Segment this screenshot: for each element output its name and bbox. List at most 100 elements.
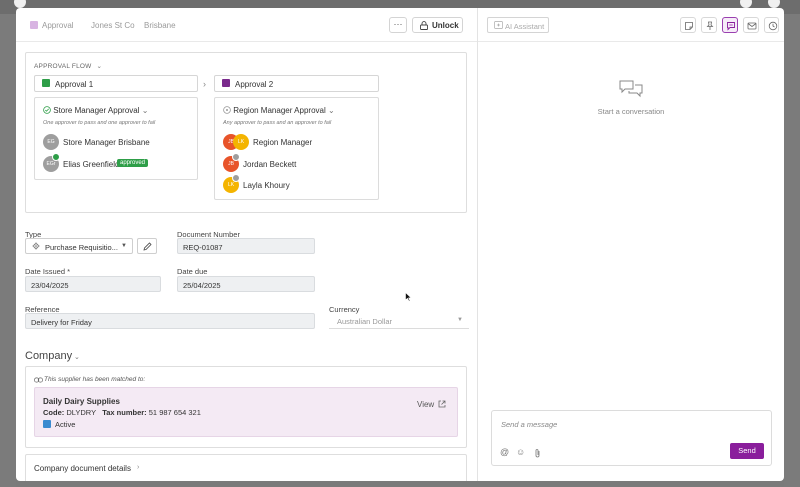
conversation-icon xyxy=(619,80,643,98)
breadcrumb-location[interactable]: Brisbane xyxy=(144,21,176,30)
approval-rule: One approver to pass and one approver to… xyxy=(43,120,156,126)
emoji-icon[interactable]: ☺ xyxy=(516,447,525,457)
chat-button[interactable] xyxy=(722,17,738,33)
supplier-status: Active xyxy=(55,420,76,429)
stage-color-swatch xyxy=(222,79,230,87)
currency-select-value: Australian Dollar xyxy=(337,317,393,326)
edit-type-button[interactable] xyxy=(137,238,157,254)
modal-header: Approval Jones St Co Brisbane ··· Unlock xyxy=(16,8,477,42)
envelope-icon xyxy=(747,22,757,30)
backdrop-left xyxy=(0,14,16,487)
check-circle-icon xyxy=(43,106,51,114)
email-button[interactable] xyxy=(743,17,759,33)
document-pane: Approval Jones St Co Brisbane ··· Unlock… xyxy=(16,8,477,481)
pending-status-dot xyxy=(232,174,240,182)
pending-circle-icon xyxy=(223,106,231,114)
type-select[interactable]: Purchase Requisitio... ▼ xyxy=(25,238,133,254)
view-label: View xyxy=(417,400,435,409)
stage-label: Approval 1 xyxy=(55,80,94,89)
more-options-button[interactable]: ··· xyxy=(389,17,407,33)
ai-sparkle-icon xyxy=(494,21,503,29)
date-due-label: Date due xyxy=(177,267,208,276)
mouse-cursor-icon xyxy=(405,292,412,302)
send-button[interactable]: Send xyxy=(730,443,764,459)
company-document-details[interactable]: Company document details › xyxy=(25,454,467,481)
card-title-text: Region Manager Approval xyxy=(233,106,326,115)
stage-label: Approval 2 xyxy=(235,80,274,89)
status-badge: approved xyxy=(117,159,149,167)
chevron-down-icon[interactable]: ⌄ xyxy=(74,353,80,361)
company-section-title[interactable]: Company xyxy=(25,350,72,362)
ai-assistant-button[interactable]: AI Assistant xyxy=(487,17,549,33)
chevron-right-icon: › xyxy=(137,464,140,471)
approver-name: Store Manager Brisbane xyxy=(63,138,150,147)
approver-name: Region Manager xyxy=(253,138,313,147)
approver-name: Layla Khoury xyxy=(243,181,290,190)
breadcrumb-approval[interactable]: Approval xyxy=(42,21,74,30)
currency-select[interactable]: Australian Dollar ▼ xyxy=(329,313,469,329)
caret-down-icon: ▼ xyxy=(121,243,127,249)
document-number-field[interactable]: REQ-01087 xyxy=(177,238,315,254)
breadcrumb-company[interactable]: Jones St Co xyxy=(91,21,135,30)
avatar: EG xyxy=(43,134,59,150)
approval-flow-title[interactable]: APPROVAL FLOW ⌄ xyxy=(34,62,102,70)
paperclip-icon[interactable] xyxy=(534,448,541,458)
date-issued-field[interactable]: 23/04/2025 xyxy=(25,276,161,292)
card-title[interactable]: Store Manager Approval ⌄ xyxy=(43,106,148,115)
stage-color-swatch xyxy=(42,79,50,87)
code-value: DLYDRY xyxy=(66,408,96,417)
approval-color-swatch xyxy=(30,21,38,29)
empty-chat-text: Start a conversation xyxy=(597,107,665,116)
pencil-icon xyxy=(143,242,152,251)
link-icon xyxy=(34,377,43,383)
card-title-text: Store Manager Approval xyxy=(53,106,140,115)
reference-field[interactable]: Delivery for Friday xyxy=(25,313,315,329)
date-issued-label: Date Issued * xyxy=(25,267,71,276)
type-select-value: Purchase Requisitio... xyxy=(45,243,118,252)
chevron-down-icon: ⌄ xyxy=(327,106,335,115)
approval-flow-title-text: APPROVAL FLOW xyxy=(34,63,92,70)
approval-rule: Any approver to pass and an approver to … xyxy=(223,120,332,126)
company-details-label: Company document details xyxy=(34,464,131,473)
approved-status-dot xyxy=(52,153,60,161)
pin-icon xyxy=(706,21,714,30)
mention-icon[interactable]: @ xyxy=(500,447,509,457)
clock-icon xyxy=(768,21,778,31)
gear-icon xyxy=(32,242,40,250)
chat-header: AI Assistant xyxy=(478,8,784,42)
external-link-icon xyxy=(438,400,446,408)
stage-approval-2[interactable]: Approval 2 xyxy=(214,75,379,92)
pin-button[interactable] xyxy=(701,17,717,33)
chat-bubble-icon xyxy=(727,22,735,31)
approver-name: Elias Greenfield xyxy=(63,160,120,169)
store-manager-approval-card: Store Manager Approval ⌄ One approver to… xyxy=(34,97,198,180)
supplier-card: Daily Dairy Supplies Code: DLYDRY Tax nu… xyxy=(34,387,458,437)
note-icon xyxy=(685,22,693,30)
chevron-down-icon: ⌄ xyxy=(96,63,103,70)
caret-down-icon: ▼ xyxy=(457,317,463,323)
message-input[interactable]: Send a message xyxy=(501,420,557,429)
stage-approval-1[interactable]: Approval 1 xyxy=(34,75,198,92)
pending-status-dot xyxy=(232,153,240,161)
chevron-right-icon: › xyxy=(203,79,206,89)
view-supplier-link[interactable]: View xyxy=(417,400,446,409)
region-manager-approval-card: Region Manager Approval ⌄ Any approver t… xyxy=(214,97,379,200)
approval-flow-panel: APPROVAL FLOW ⌄ Approval 1 › Approval 2 … xyxy=(25,52,467,213)
backdrop-right xyxy=(784,14,800,487)
chat-pane: AI Assistant Start a conversation Send a… xyxy=(478,8,784,481)
lock-icon xyxy=(420,21,428,30)
supplier-details: Code: DLYDRY Tax number: 51 987 654 321 xyxy=(43,408,201,417)
status-color-swatch xyxy=(43,420,51,428)
message-composer[interactable]: Send a message @ ☺ Send xyxy=(491,410,772,466)
unlock-button[interactable]: Unlock xyxy=(412,17,463,33)
ai-assistant-label: AI Assistant xyxy=(505,22,545,31)
unlock-label: Unlock xyxy=(432,21,459,30)
date-due-field[interactable]: 25/04/2025 xyxy=(177,276,315,292)
company-panel: This supplier has been matched to: Daily… xyxy=(25,366,467,448)
tax-number-value: 51 987 654 321 xyxy=(148,408,201,417)
supplier-name: Daily Dairy Supplies xyxy=(43,397,120,406)
history-button[interactable] xyxy=(764,17,779,33)
chevron-down-icon: ⌄ xyxy=(141,106,149,115)
card-title[interactable]: Region Manager Approval ⌄ xyxy=(223,106,335,115)
notes-button[interactable] xyxy=(680,17,696,33)
